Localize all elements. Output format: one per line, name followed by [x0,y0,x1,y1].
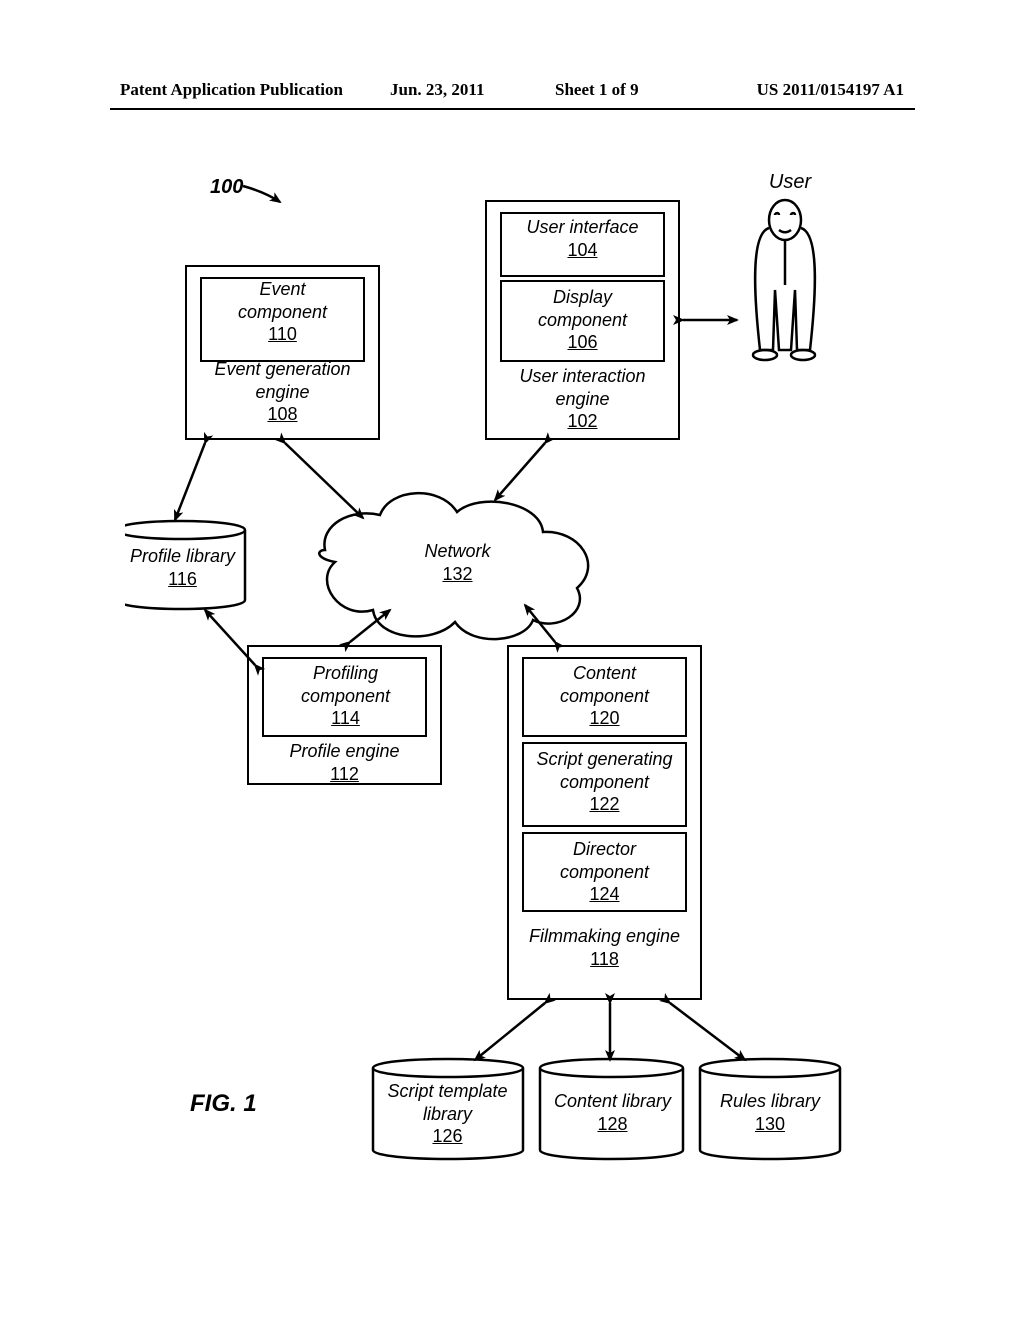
director-component-label: Director component 124 [522,838,687,906]
header-pubnum: US 2011/0154197 A1 [757,80,904,100]
event-generation-engine-label: Event generation engine 108 [195,358,370,426]
profile-engine-label: Profile engine 112 [257,740,432,785]
network-label: Network 132 [380,540,535,585]
filmmaking-engine-label: Filmmaking engine 118 [517,925,692,970]
user-icon [753,200,815,360]
script-template-library-label: Script template library 126 [370,1080,525,1148]
content-library-label: Content library 128 [540,1090,685,1135]
profile-library-label: Profile library 116 [115,545,250,590]
event-component-label: Event component 110 [205,278,360,346]
rules-library-label: Rules library 130 [700,1090,840,1135]
header-rule [110,108,915,110]
figure-number-label: 100 [210,175,243,200]
figure-caption: FIG. 1 [190,1090,257,1118]
user-interface-label: User interface 104 [500,216,665,261]
profiling-component-label: Profiling component 114 [263,662,428,730]
page-header: Patent Application Publication Jun. 23, … [0,80,1024,100]
header-sheet: Sheet 1 of 9 [555,80,639,100]
display-component-label: Display component 106 [500,286,665,354]
script-generating-component-label: Script generating component 122 [522,748,687,816]
user-label: User [750,170,830,195]
header-date: Jun. 23, 2011 [390,80,484,100]
user-interaction-engine-label: User interaction engine 102 [495,365,670,433]
figure-stage: 100 User Event component 110 Event gener… [125,150,905,1230]
content-component-label: Content component 120 [522,662,687,730]
header-publication: Patent Application Publication [120,80,343,100]
